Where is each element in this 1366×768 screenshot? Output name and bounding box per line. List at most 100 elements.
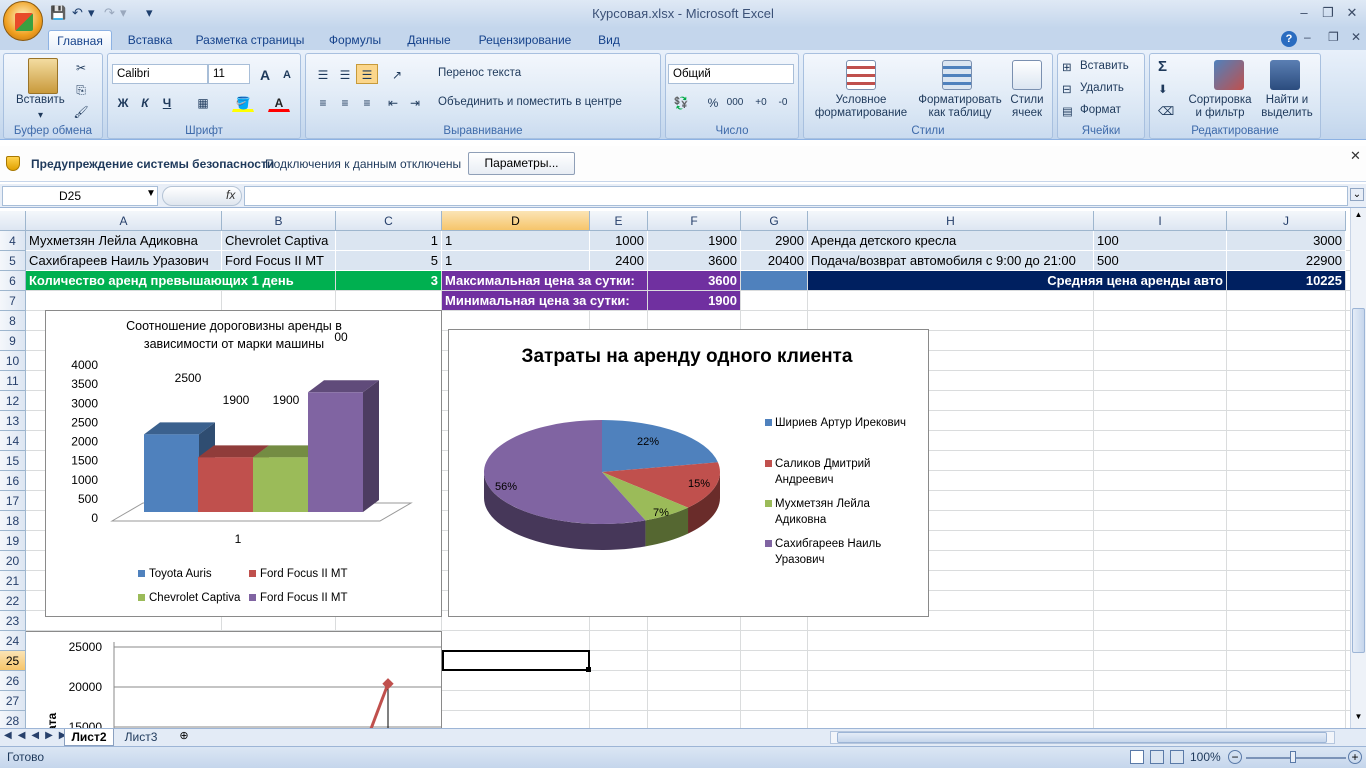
row-header-21[interactable]: 21	[0, 571, 26, 591]
selected-cell[interactable]	[442, 650, 590, 671]
cell-f7[interactable]: 1900	[648, 291, 741, 311]
vertical-scrollbar[interactable]: ▲ ▼	[1350, 208, 1366, 728]
page-layout-view-icon[interactable]	[1150, 750, 1164, 764]
cell-a5[interactable]: Сахибгареев Наиль Уразович	[26, 251, 222, 271]
cell-i4[interactable]: 100	[1094, 231, 1227, 251]
row-header-24[interactable]: 24	[0, 631, 26, 651]
cell-styles-icon[interactable]	[1012, 60, 1042, 90]
merge-center-button[interactable]: Объединить и поместить в центре	[438, 96, 622, 108]
cell-i5[interactable]: 500	[1094, 251, 1227, 271]
normal-view-icon[interactable]	[1130, 750, 1144, 764]
paste-button[interactable]: Вставить	[16, 94, 65, 106]
scroll-up-icon[interactable]: ▲	[1352, 210, 1365, 222]
align-center-icon[interactable]: ≡	[334, 92, 356, 112]
grow-font-button[interactable]: A	[254, 64, 276, 84]
row-header-28[interactable]: 28	[0, 711, 26, 728]
format-cells-icon[interactable]: ▤	[1062, 104, 1073, 118]
italic-button[interactable]: К	[134, 92, 156, 112]
increase-decimal-icon[interactable]: +0	[750, 92, 772, 112]
line-chart[interactable]: 15000 20000 25000 ата	[26, 631, 442, 728]
cell-f6[interactable]: 3600	[648, 271, 741, 291]
row-header-4[interactable]: 4	[0, 231, 26, 251]
thousands-button[interactable]: 000	[724, 92, 746, 112]
insert-function-button[interactable]: fx	[226, 188, 235, 202]
row-header-17[interactable]: 17	[0, 491, 26, 511]
security-options-button[interactable]: Параметры...	[468, 152, 575, 175]
bar-chart[interactable]: Соотношение дороговизны аренды в зависимо…	[45, 310, 442, 617]
cell-styles-button[interactable]: Стили ячеек	[1004, 94, 1050, 120]
align-middle-icon[interactable]: ☰	[334, 64, 356, 84]
row-header-15[interactable]: 15	[0, 451, 26, 471]
sort-filter-icon[interactable]	[1214, 60, 1244, 90]
insert-cells-icon[interactable]: ⊞	[1062, 60, 1072, 74]
sort-filter-button[interactable]: Сортировка и фильтр	[1186, 94, 1254, 120]
select-all-corner[interactable]	[0, 211, 26, 231]
tab-formulas[interactable]: Формулы	[322, 30, 388, 50]
zoom-out-icon[interactable]: −	[1228, 750, 1242, 764]
row-header-26[interactable]: 26	[0, 671, 26, 691]
maximize-button[interactable]: ❐	[1316, 4, 1340, 22]
row-header-23[interactable]: 23	[0, 611, 26, 631]
row-header-20[interactable]: 20	[0, 551, 26, 571]
cell-e4[interactable]: 1000	[590, 231, 648, 251]
scroll-down-icon[interactable]: ▼	[1352, 712, 1365, 724]
row-header-11[interactable]: 11	[0, 371, 26, 391]
delete-cells-button[interactable]: Удалить	[1080, 82, 1124, 94]
copy-icon[interactable]: ⎘	[70, 79, 92, 99]
column-header-a[interactable]: A	[26, 211, 222, 231]
cell-d6[interactable]: Максимальная цена за сутки:	[442, 271, 648, 291]
row-header-8[interactable]: 8	[0, 311, 26, 331]
row-header-10[interactable]: 10	[0, 351, 26, 371]
cell-g5[interactable]: 20400	[741, 251, 808, 271]
formula-input[interactable]	[244, 186, 1348, 206]
column-header-e[interactable]: E	[590, 211, 648, 231]
tab-page-layout[interactable]: Разметка страницы	[190, 30, 310, 50]
name-box-dropdown-icon[interactable]: ▼	[146, 188, 156, 199]
paste-dropdown-icon[interactable]: ▾	[38, 110, 43, 121]
column-header-h[interactable]: H	[808, 211, 1094, 231]
cell-c6[interactable]: 3	[336, 271, 442, 291]
zoom-slider-track[interactable]	[1246, 757, 1346, 759]
row-header-12[interactable]: 12	[0, 391, 26, 411]
currency-icon[interactable]: 💱	[670, 92, 692, 112]
borders-icon[interactable]: ▦	[192, 92, 214, 112]
cell-h5[interactable]: Подача/возврат автомобиля с 9:00 до 21:0…	[808, 251, 1094, 271]
cell-j5[interactable]: 22900	[1227, 251, 1346, 271]
tab-view[interactable]: Вид	[592, 30, 626, 50]
cell-c4[interactable]: 1	[336, 231, 442, 251]
font-color-icon[interactable]: A	[268, 92, 290, 112]
hscroll-thumb[interactable]	[837, 732, 1327, 743]
column-header-d[interactable]: D	[442, 211, 590, 231]
find-select-icon[interactable]	[1270, 60, 1300, 90]
row-header-6[interactable]: 6	[0, 271, 26, 291]
cell-a6[interactable]: Количество аренд превышающих 1 день	[26, 271, 336, 291]
sheet-tab-active[interactable]: Лист2	[64, 729, 114, 746]
cell-e5[interactable]: 2400	[590, 251, 648, 271]
format-table-button[interactable]: Форматировать как таблицу	[912, 94, 1008, 120]
percent-button[interactable]: %	[702, 92, 724, 112]
zoom-in-icon[interactable]: +	[1348, 750, 1362, 764]
column-header-j[interactable]: J	[1227, 211, 1346, 231]
font-name-select[interactable]: Calibri	[112, 64, 208, 84]
security-close-button[interactable]: ✕	[1350, 148, 1361, 164]
align-bottom-icon[interactable]: ☰	[356, 64, 378, 84]
close-button[interactable]: ✕	[1340, 4, 1364, 22]
pie-chart[interactable]: Затраты на аренду одного клиента 22% 15% 7%…	[448, 329, 929, 617]
find-select-button[interactable]: Найти и выделить	[1256, 94, 1318, 120]
workbook-close-button[interactable]: ✕	[1351, 30, 1361, 44]
cell-a4[interactable]: Мухметзян Лейла Адиковна	[26, 231, 222, 251]
page-break-view-icon[interactable]	[1170, 750, 1184, 764]
minimize-button[interactable]: –	[1292, 4, 1316, 22]
row-header-18[interactable]: 18	[0, 511, 26, 531]
cell-f4[interactable]: 1900	[648, 231, 741, 251]
font-size-select[interactable]: 11	[208, 64, 250, 84]
tab-data[interactable]: Данные	[400, 30, 458, 50]
tab-insert[interactable]: Вставка	[122, 30, 178, 50]
cell-f5[interactable]: 3600	[648, 251, 741, 271]
row-header-14[interactable]: 14	[0, 431, 26, 451]
row-header-13[interactable]: 13	[0, 411, 26, 431]
ribbon-minimize-button[interactable]: –	[1304, 30, 1311, 44]
row-header-9[interactable]: 9	[0, 331, 26, 351]
decrease-indent-icon[interactable]: ⇤	[382, 92, 404, 112]
row-header-27[interactable]: 27	[0, 691, 26, 711]
